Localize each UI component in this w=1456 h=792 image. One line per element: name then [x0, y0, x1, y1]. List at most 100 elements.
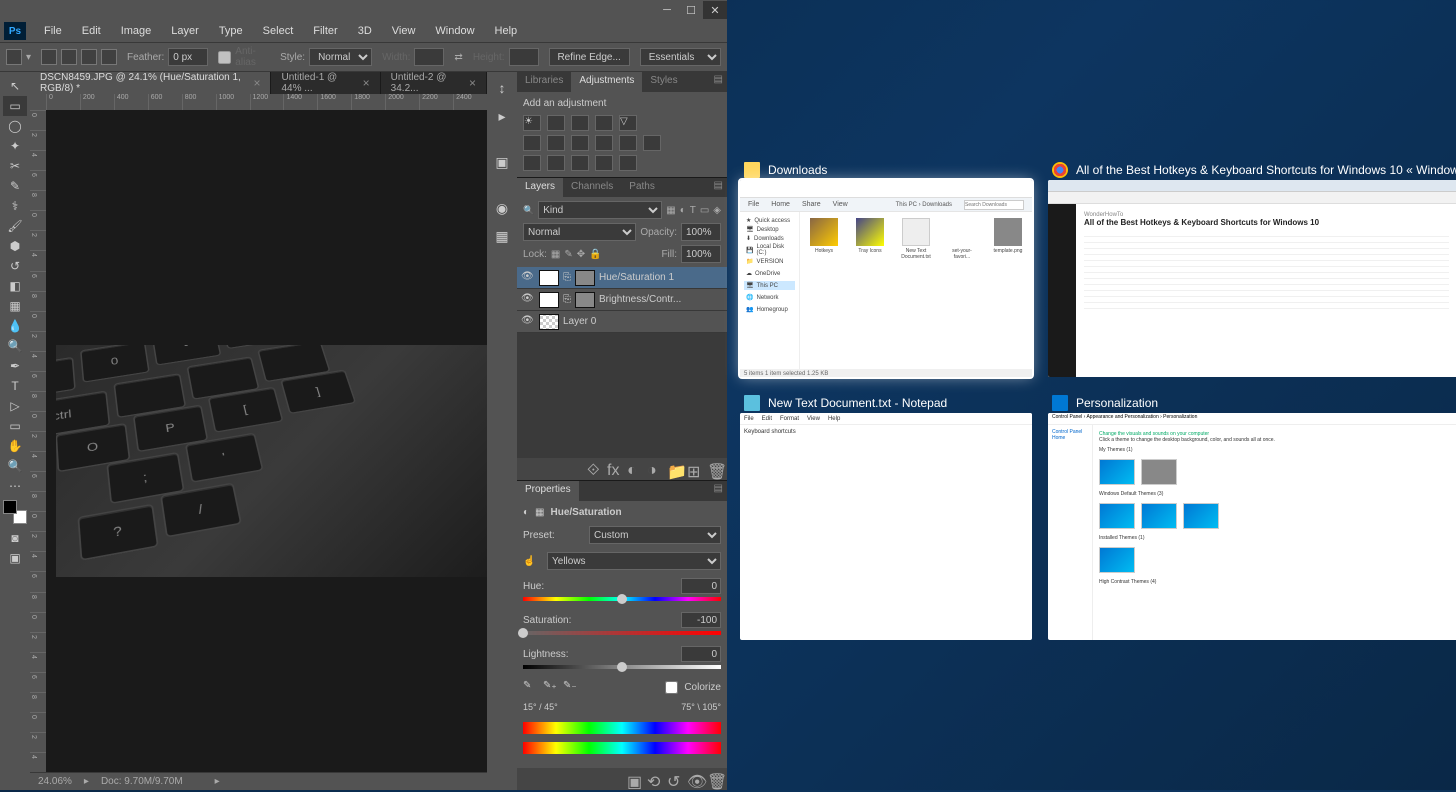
ruler-vertical[interactable]: 024680246802468024680246802468024 [30, 110, 46, 772]
visibility-icon[interactable]: 👁 [521, 293, 535, 307]
style-select[interactable]: Normal [309, 48, 372, 66]
quick-mask-tool[interactable]: ◙ [3, 528, 27, 548]
eyedropper-icon[interactable]: ✎ [523, 680, 537, 694]
menu-view[interactable]: View [382, 23, 426, 39]
layer-filter-select[interactable]: Kind [538, 201, 662, 219]
invert-icon[interactable] [523, 155, 541, 171]
filter-pixel-icon[interactable]: ▦ [666, 205, 675, 216]
lock-pixels-icon[interactable]: ✎ [564, 249, 572, 260]
history-brush-tool[interactable]: ↺ [3, 256, 27, 276]
lightness-slider[interactable] [523, 662, 721, 672]
gradient-tool[interactable]: ▦ [3, 296, 27, 316]
filter-type-icon[interactable]: T [690, 205, 696, 216]
width-input[interactable] [414, 48, 444, 66]
task-view-window-chrome[interactable]: All of the Best Hotkeys & Keyboard Short… [1048, 160, 1456, 377]
tab-paths[interactable]: Paths [621, 178, 663, 197]
menu-image[interactable]: Image [111, 23, 162, 39]
chevron-right-icon[interactable]: ▸ [215, 776, 220, 787]
curves-icon[interactable] [571, 115, 589, 131]
tab-libraries[interactable]: Libraries [517, 72, 571, 92]
swap-icon[interactable]: ⇄ [454, 52, 462, 63]
exposure-icon[interactable] [595, 115, 613, 131]
link-layers-icon[interactable]: ⟐ [587, 462, 601, 476]
posterize-icon[interactable] [547, 155, 565, 171]
layer-thumbnail[interactable] [539, 292, 559, 308]
saturation-slider[interactable] [523, 628, 721, 638]
selection-intersect-icon[interactable] [101, 49, 117, 65]
reset-icon[interactable]: ↺ [667, 772, 681, 786]
visibility-icon[interactable]: 👁 [521, 315, 535, 329]
feather-input[interactable] [168, 48, 208, 66]
adjustment-layer-icon[interactable]: ◑ [647, 462, 661, 476]
brightness-contrast-icon[interactable]: ☀ [523, 115, 541, 131]
channel-select[interactable]: Yellows [547, 552, 721, 570]
layer-mask-icon[interactable]: ◐ [627, 462, 641, 476]
minimize-button[interactable]: ─ [655, 1, 679, 19]
menu-edit[interactable]: Edit [72, 23, 111, 39]
layer-item[interactable]: 👁 ⎘ Hue/Saturation 1 [517, 267, 727, 289]
colorize-checkbox[interactable] [665, 681, 678, 694]
menu-window[interactable]: Window [425, 23, 484, 39]
3d-icon[interactable]: ▣ [492, 152, 512, 172]
threshold-icon[interactable] [571, 155, 589, 171]
window-thumbnail[interactable]: WonderHowTo All of the Best Hotkeys & Ke… [1048, 180, 1456, 377]
crop-tool[interactable]: ✂ [3, 156, 27, 176]
layer-item[interactable]: 👁 ⎘ Brightness/Contr... [517, 289, 727, 311]
marquee-tool[interactable]: ▭ [3, 96, 27, 116]
window-thumbnail[interactable]: Control Panel › Appearance and Personali… [1048, 413, 1456, 640]
photo-filter-icon[interactable] [595, 135, 613, 151]
new-layer-icon[interactable]: ⊞ [687, 462, 701, 476]
black-white-icon[interactable] [571, 135, 589, 151]
close-icon[interactable]: × [469, 76, 476, 90]
clone-stamp-tool[interactable]: ⬢ [3, 236, 27, 256]
mask-thumbnail[interactable] [575, 292, 595, 308]
clip-icon[interactable]: ▣ [627, 772, 641, 786]
antialias-checkbox[interactable] [218, 51, 231, 64]
screen-mode-tool[interactable]: ▣ [3, 548, 27, 568]
fx-icon[interactable]: fx [607, 462, 621, 476]
vibrance-icon[interactable]: ▽ [619, 115, 637, 131]
task-view-window-personalization[interactable]: Personalization Control Panel › Appearan… [1048, 393, 1456, 640]
blur-tool[interactable]: 💧 [3, 316, 27, 336]
levels-icon[interactable] [547, 115, 565, 131]
group-icon[interactable]: 📁 [667, 462, 681, 476]
finger-icon[interactable]: ☝ [523, 556, 541, 567]
menu-3d[interactable]: 3D [348, 23, 382, 39]
color-panel-icon[interactable]: ◉ [492, 198, 512, 218]
hue-input[interactable] [681, 578, 721, 594]
lock-transparency-icon[interactable]: ▦ [551, 249, 560, 260]
delete-layer-icon[interactable]: 🗑 [707, 462, 721, 476]
hand-tool[interactable]: ✋ [3, 436, 27, 456]
filter-smart-icon[interactable]: ◈ [713, 205, 721, 216]
document-tab[interactable]: Untitled-2 @ 34.2...× [381, 72, 487, 94]
hue-range-bar[interactable] [523, 722, 721, 734]
menu-layer[interactable]: Layer [161, 23, 209, 39]
hue-slider[interactable] [523, 594, 721, 604]
hue-saturation-icon[interactable] [523, 135, 541, 151]
actions-icon[interactable]: ▸ [492, 106, 512, 126]
opacity-input[interactable] [681, 223, 721, 241]
window-thumbnail[interactable]: FileEditFormatViewHelp Keyboard shortcut… [740, 413, 1032, 640]
visibility-icon[interactable]: 👁 [521, 271, 535, 285]
layer-thumbnail[interactable] [539, 314, 559, 330]
maximize-button[interactable]: ☐ [679, 1, 703, 19]
selection-add-icon[interactable] [61, 49, 77, 65]
task-view-window-notepad[interactable]: New Text Document.txt - Notepad FileEdit… [740, 393, 1032, 640]
close-icon[interactable]: × [253, 76, 260, 90]
task-view-window-downloads[interactable]: Downloads FileHomeShareView This PC › Do… [740, 160, 1032, 377]
document-tab[interactable]: DSCN8459.JPG @ 24.1% (Hue/Saturation 1, … [30, 72, 271, 94]
height-input[interactable] [509, 48, 539, 66]
panel-menu-icon[interactable]: ▤ [710, 481, 727, 501]
zoom-tool[interactable]: 🔍 [3, 456, 27, 476]
lasso-tool[interactable]: ◯ [3, 116, 27, 136]
brush-tool[interactable]: 🖌 [3, 216, 27, 236]
history-icon[interactable]: ↕ [492, 78, 512, 98]
eyedropper-tool[interactable]: ✎ [3, 176, 27, 196]
filter-shape-icon[interactable]: ▭ [700, 205, 709, 216]
mask-thumbnail[interactable] [575, 270, 595, 286]
delete-adjustment-icon[interactable]: 🗑 [707, 772, 721, 786]
menu-help[interactable]: Help [485, 23, 528, 39]
eyedropper-subtract-icon[interactable]: ✎₋ [563, 680, 577, 694]
type-tool[interactable]: T [3, 376, 27, 396]
view-previous-icon[interactable]: ⟲ [647, 772, 661, 786]
